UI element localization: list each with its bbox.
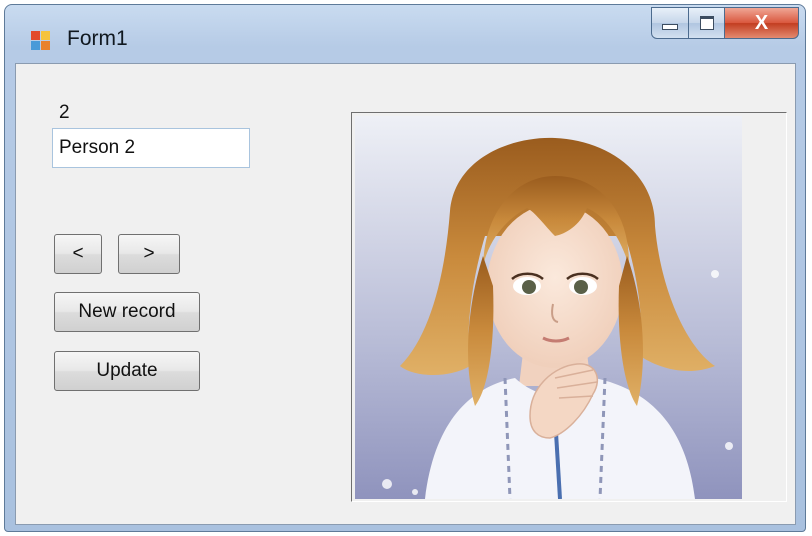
- minimize-button[interactable]: [651, 7, 689, 39]
- caption-buttons: X: [651, 7, 799, 41]
- close-button[interactable]: X: [725, 7, 799, 39]
- previous-record-button[interactable]: <: [54, 234, 102, 274]
- close-icon: X: [754, 11, 769, 34]
- window-title: Form1: [67, 27, 128, 50]
- maximize-icon: [699, 16, 714, 30]
- name-field[interactable]: [52, 128, 250, 168]
- minimize-icon: [662, 24, 678, 30]
- title-bar[interactable]: Form1 X: [5, 5, 805, 63]
- app-form-icon: [31, 31, 51, 51]
- new-record-button[interactable]: New record: [54, 292, 200, 332]
- picture-box: [351, 112, 787, 502]
- record-id-label: 2: [59, 102, 70, 123]
- form-window: Form1 X 2 < > New record Update: [4, 4, 806, 532]
- form-client-area: 2 < > New record Update: [15, 63, 796, 525]
- next-record-button[interactable]: >: [118, 234, 180, 274]
- update-button[interactable]: Update: [54, 351, 200, 391]
- maximize-button[interactable]: [689, 7, 725, 39]
- portrait-image: [355, 116, 742, 499]
